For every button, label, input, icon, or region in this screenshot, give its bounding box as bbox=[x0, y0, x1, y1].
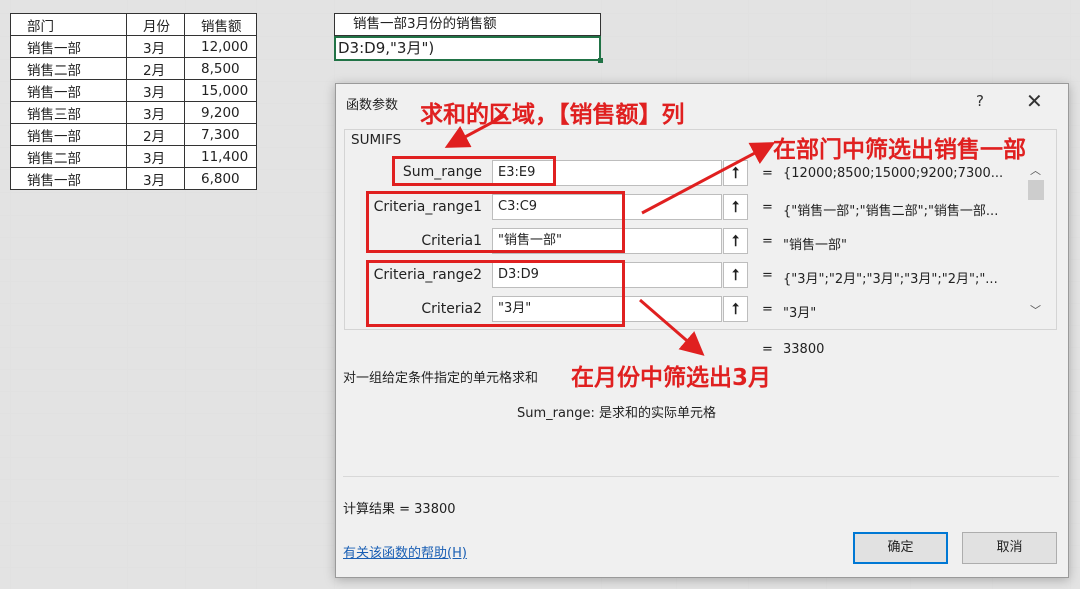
annotation-note-month: 在月份中筛选出3月 bbox=[571, 365, 772, 391]
arrow-to-criteria-2 bbox=[639, 298, 705, 356]
arrow-to-criteria-1 bbox=[641, 142, 776, 215]
annotation-arrows bbox=[444, 113, 776, 356]
annotation-note-department: 在部门中筛选出销售一部 bbox=[773, 137, 1026, 163]
annotation-note-sum-range: 求和的区域，【销售额】列 bbox=[420, 102, 685, 128]
